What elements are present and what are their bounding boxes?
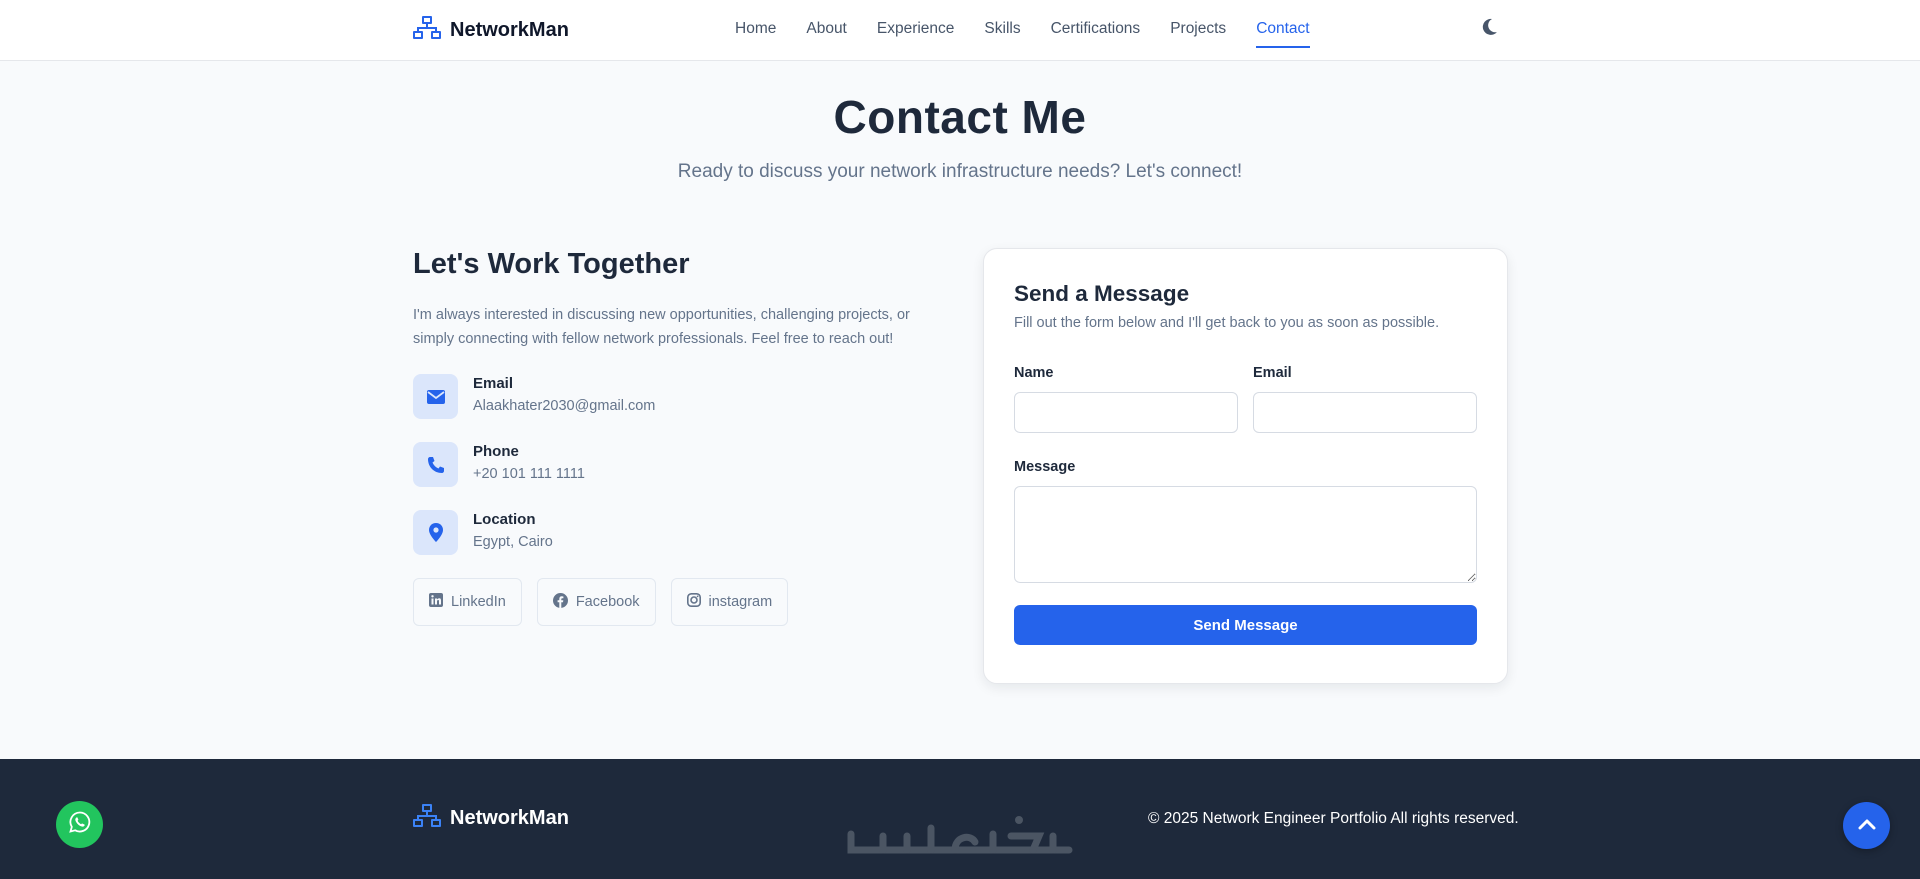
nav-experience[interactable]: Experience: [877, 20, 955, 48]
nav-home[interactable]: Home: [735, 20, 776, 48]
khamsat-watermark: [843, 806, 1077, 865]
linkedin-button[interactable]: LinkedIn: [413, 578, 522, 626]
name-label: Name: [1014, 365, 1054, 381]
main-nav: Home About Experience Skills Certificati…: [735, 20, 1310, 48]
contact-label: Email: [473, 375, 514, 392]
contact-label: Phone: [473, 443, 519, 460]
email-input[interactable]: [1253, 392, 1477, 433]
brand-name: NetworkMan: [450, 19, 569, 41]
contact-email: Email Alaakhater2030@gmail.com: [413, 374, 933, 419]
nav-skills[interactable]: Skills: [984, 20, 1020, 48]
section-heading: Let's Work Together: [413, 248, 690, 280]
nav-projects[interactable]: Projects: [1170, 20, 1226, 48]
phone-icon: [413, 442, 458, 487]
whatsapp-icon: [68, 811, 91, 838]
map-pin-icon: [413, 510, 458, 555]
theme-toggle-button[interactable]: [1478, 17, 1502, 41]
social-links: LinkedIn Facebook instagram: [413, 578, 933, 626]
contact-phone: Phone +20 101 111 1111: [413, 442, 933, 487]
name-input[interactable]: [1014, 392, 1238, 433]
send-message-button[interactable]: Send Message: [1014, 605, 1477, 645]
intro-text: I'm always interested in discussing new …: [413, 307, 910, 347]
page-subtitle: Ready to discuss your network infrastruc…: [677, 161, 1243, 182]
nav-contact[interactable]: Contact: [1256, 20, 1310, 48]
contact-location: Location Egypt, Cairo: [413, 510, 933, 555]
social-label: LinkedIn: [451, 594, 506, 610]
facebook-button[interactable]: Facebook: [536, 578, 656, 626]
footer-brand[interactable]: NetworkMan: [413, 804, 569, 833]
contact-label: Location: [473, 511, 536, 528]
nav-certifications[interactable]: Certifications: [1051, 20, 1141, 48]
instagram-button[interactable]: instagram: [670, 578, 789, 626]
page-title: Contact Me: [833, 91, 1087, 143]
social-label: Facebook: [575, 594, 640, 610]
email-label: Email: [1253, 365, 1292, 381]
form-subtitle: Fill out the form below and I'll get bac…: [1014, 315, 1440, 331]
nav-about[interactable]: About: [806, 20, 847, 48]
email-value[interactable]: Alaakhater2030@gmail.com: [473, 398, 655, 414]
form-title: Send a Message: [1014, 281, 1190, 306]
whatsapp-button[interactable]: [56, 801, 103, 848]
top-navbar: NetworkMan Home About Experience Skills …: [0, 0, 1920, 61]
instagram-icon: [686, 593, 701, 611]
linkedin-icon: [429, 593, 443, 611]
envelope-icon: [413, 374, 458, 419]
phone-value[interactable]: +20 101 111 1111: [473, 466, 585, 482]
footer-brand-name: NetworkMan: [450, 807, 569, 829]
location-value: Egypt, Cairo: [473, 534, 553, 550]
message-label: Message: [1014, 459, 1076, 475]
footer: NetworkMan © 2025 Network Engineer Portf…: [0, 759, 1920, 879]
contact-form-card: Send a Message Fill out the form below a…: [983, 248, 1508, 684]
chevron-up-icon: [1858, 817, 1876, 835]
brand-logo[interactable]: NetworkMan: [413, 16, 569, 45]
contact-info-section: Let's Work Together I'm always intereste…: [413, 248, 933, 626]
copyright-text: © 2025 Network Engineer Portfolio All ri…: [1148, 810, 1519, 827]
scroll-to-top-button[interactable]: [1843, 802, 1890, 849]
social-label: instagram: [708, 594, 773, 610]
moon-icon: [1482, 18, 1498, 41]
message-textarea[interactable]: [1014, 486, 1477, 583]
facebook-icon: [552, 592, 568, 612]
network-icon: [413, 804, 441, 833]
network-icon: [413, 16, 441, 45]
